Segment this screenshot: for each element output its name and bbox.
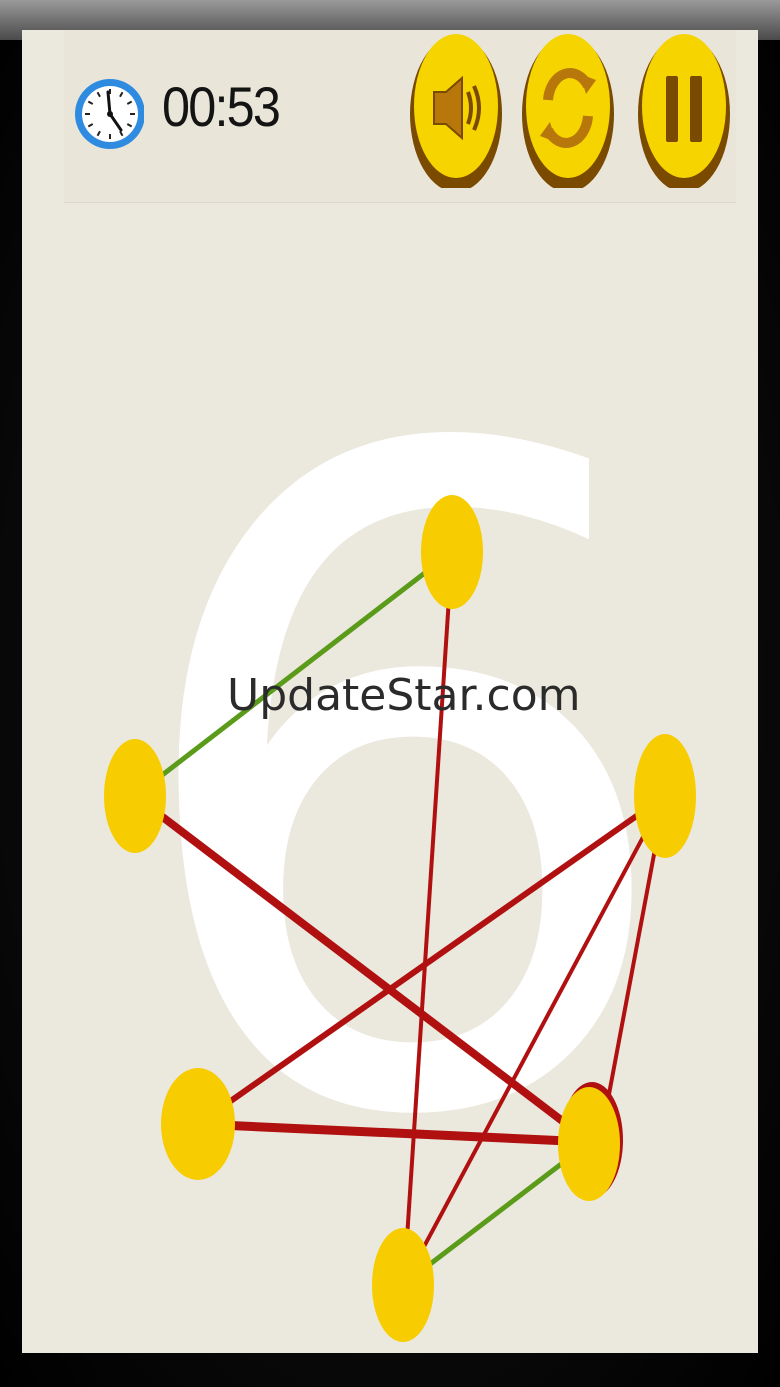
watermark-text: UpdateStar.com bbox=[227, 670, 581, 721]
node-top[interactable] bbox=[421, 495, 483, 609]
node-left[interactable] bbox=[104, 739, 166, 853]
node-bottom[interactable] bbox=[372, 1228, 434, 1342]
node-lower-right[interactable] bbox=[558, 1087, 620, 1201]
node-lower-left[interactable] bbox=[161, 1068, 235, 1180]
node-right[interactable] bbox=[634, 734, 696, 858]
game-board: 00:53 6 UpdateStar.com bbox=[22, 30, 758, 1353]
